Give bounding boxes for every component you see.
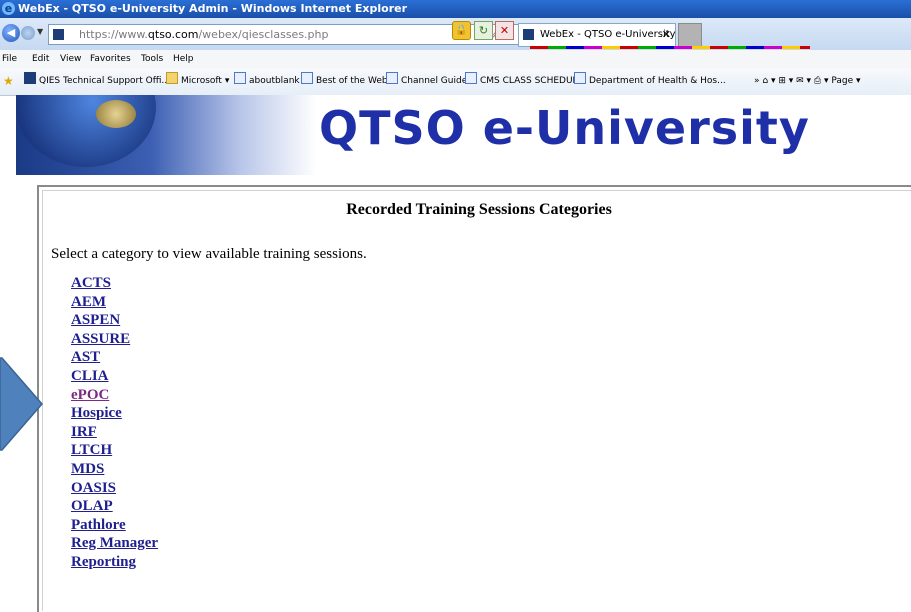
favorite-aboutblank[interactable]: aboutblank	[234, 68, 300, 95]
favorites-bar: ★ QIES Technical Support Offi... Microso…	[0, 68, 911, 96]
globe-key-logo	[16, 95, 316, 175]
ie-page-icon	[234, 72, 246, 84]
menu-help[interactable]: Help	[173, 50, 194, 68]
page-icon	[24, 72, 36, 84]
list-item: ASSURE	[71, 329, 158, 348]
menu-bar: File Edit View Favorites Tools Help	[0, 50, 911, 69]
menu-view[interactable]: View	[60, 50, 81, 68]
site-title: QTSO e-University	[319, 101, 810, 155]
stop-button[interactable]: ✕	[495, 21, 514, 40]
category-list: ACTS AEM ASPEN ASSURE AST CLIA ePOC Hosp…	[71, 273, 158, 571]
category-link-epoc[interactable]: ePOC	[71, 387, 109, 403]
command-bar-tools[interactable]: » ⌂ ▾ ⊞ ▾ ✉ ▾ ⎙ ▾ Page ▾	[754, 68, 861, 95]
category-link-aem[interactable]: AEM	[71, 294, 106, 310]
category-link-reg-manager[interactable]: Reg Manager	[71, 535, 158, 551]
list-item: Reg Manager	[71, 533, 158, 552]
new-tab-button[interactable]	[678, 23, 702, 47]
ie-page-icon	[386, 72, 398, 84]
window-title-bar: e WebEx - QTSO e-University Admin - Wind…	[0, 0, 911, 18]
list-item: ACTS	[71, 273, 158, 292]
list-item: Pathlore	[71, 515, 158, 534]
category-link-ast[interactable]: AST	[71, 349, 100, 365]
key-icon	[96, 100, 136, 128]
back-button[interactable]: ◀	[2, 24, 20, 42]
window-title: WebEx - QTSO e-University Admin - Window…	[18, 2, 408, 15]
favorite-dept-health[interactable]: Department of Health & Hos...	[574, 68, 726, 95]
list-item: LTCH	[71, 440, 158, 459]
list-item: ASPEN	[71, 310, 158, 329]
menu-file[interactable]: File	[2, 50, 17, 68]
category-link-pathlore[interactable]: Pathlore	[71, 517, 126, 533]
category-link-clia[interactable]: CLIA	[71, 368, 109, 384]
menu-favorites[interactable]: Favorites	[90, 50, 131, 68]
toolbar-color-strip	[530, 46, 810, 49]
arrow-shape	[0, 357, 43, 451]
list-item: CLIA	[71, 366, 158, 385]
favorite-cms-class-schedule[interactable]: CMS CLASS SCHEDULE	[465, 68, 583, 95]
site-favicon-icon	[53, 29, 64, 40]
site-banner: QTSO e-University	[16, 95, 911, 175]
list-item: ePOC	[71, 385, 158, 404]
category-link-olap[interactable]: OLAP	[71, 498, 113, 514]
menu-edit[interactable]: Edit	[32, 50, 49, 68]
category-link-hospice[interactable]: Hospice	[71, 405, 122, 421]
favorite-qies-support[interactable]: QIES Technical Support Offi...	[24, 68, 170, 95]
list-item: AEM	[71, 292, 158, 311]
ie-page-icon	[465, 72, 477, 84]
page-heading: Recorded Training Sessions Categories	[346, 201, 612, 218]
list-item: AST	[71, 347, 158, 366]
tab-favicon-icon	[523, 29, 534, 40]
category-link-irf[interactable]: IRF	[71, 424, 97, 440]
category-link-aspen[interactable]: ASPEN	[71, 312, 120, 328]
forward-button[interactable]	[21, 26, 35, 40]
history-dropdown-icon[interactable]: ▼	[37, 27, 43, 36]
refresh-button[interactable]: ↻	[474, 21, 493, 40]
lock-icon[interactable]: 🔒	[452, 21, 471, 40]
ie-logo-icon: e	[2, 2, 15, 15]
callout-arrow-icon	[0, 357, 43, 451]
category-link-assure[interactable]: ASSURE	[71, 331, 130, 347]
category-link-ltch[interactable]: LTCH	[71, 442, 112, 458]
favorites-star-icon[interactable]: ★	[3, 68, 14, 95]
intro-text: Select a category to view available trai…	[51, 246, 367, 262]
list-item: OASIS	[71, 478, 158, 497]
list-item: MDS	[71, 459, 158, 478]
menu-tools[interactable]: Tools	[141, 50, 163, 68]
navigation-toolbar: ◀ ▼ https://www.qtso.com/webex/qiesclass…	[0, 18, 911, 51]
list-item: OLAP	[71, 496, 158, 515]
ie-page-icon	[574, 72, 586, 84]
tab-close-icon[interactable]: ✕	[662, 24, 671, 46]
ie-page-icon	[301, 72, 313, 84]
globe-icon	[16, 95, 156, 167]
folder-icon	[166, 72, 178, 84]
list-item: IRF	[71, 422, 158, 441]
content-panel: Recorded Training Sessions Categories Se…	[37, 185, 911, 612]
list-item: Hospice	[71, 403, 158, 422]
category-link-acts[interactable]: ACTS	[71, 275, 111, 291]
category-link-mds[interactable]: MDS	[71, 461, 104, 477]
favorite-microsoft[interactable]: Microsoft ▾	[166, 68, 229, 95]
favorite-channel-guide[interactable]: Channel Guide	[386, 68, 467, 95]
category-link-oasis[interactable]: OASIS	[71, 480, 116, 496]
url-text[interactable]: https://www.qtso.com/webex/qiesclasses.p…	[79, 25, 329, 44]
category-link-reporting[interactable]: Reporting	[71, 554, 136, 570]
favorite-best-of-web[interactable]: Best of the Web	[301, 68, 388, 95]
browser-tab[interactable]: WebEx - QTSO e-University ... ✕	[518, 23, 688, 47]
list-item: Reporting	[71, 552, 158, 571]
